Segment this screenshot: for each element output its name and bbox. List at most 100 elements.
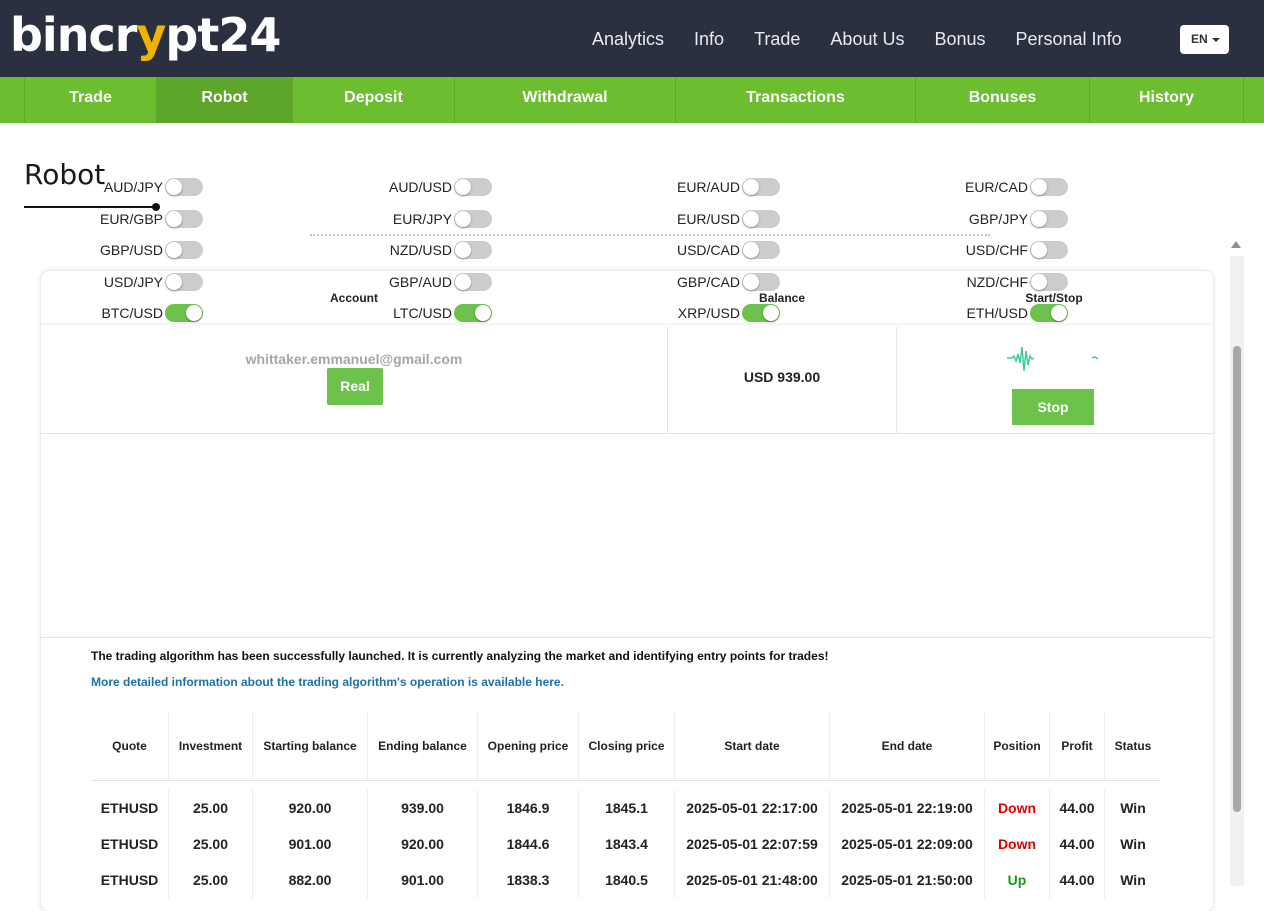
clipped-description-text: [310, 228, 990, 240]
table-cell: 25.00: [168, 826, 252, 862]
nav-analytics[interactable]: Analytics: [592, 26, 664, 52]
main-nav: Analytics Info Trade About Us Bonus Pers…: [592, 26, 1152, 52]
column-header[interactable]: Position: [984, 712, 1049, 780]
table-cell: 1846.9: [477, 790, 578, 826]
table-cell: Down: [984, 790, 1049, 826]
column-header[interactable]: Ending balance: [367, 712, 477, 780]
column-header[interactable]: Status: [1104, 712, 1161, 780]
pair-switch[interactable]: [1030, 304, 1068, 322]
table-cell: Up: [984, 862, 1049, 898]
pair-toggle-aud-usd: AUD/USD: [372, 177, 492, 197]
switch-knob: [186, 305, 202, 321]
pair-switch[interactable]: [742, 273, 780, 291]
switch-knob: [1031, 242, 1047, 258]
pair-label: ETH/USD: [966, 305, 1028, 321]
pair-label: AUD/USD: [388, 179, 452, 195]
table-cell: ETHUSD: [100, 872, 159, 888]
tab-history[interactable]: History: [1089, 77, 1244, 123]
pair-switch[interactable]: [165, 304, 203, 322]
pair-switch[interactable]: [742, 241, 780, 259]
nav-bonus[interactable]: Bonus: [934, 26, 985, 52]
real-account-button[interactable]: Real: [327, 368, 383, 405]
pair-label: GBP/JPY: [968, 211, 1028, 227]
pair-label: GBP/CAD: [676, 274, 740, 290]
pair-toggle-eur-cad: EUR/CAD: [948, 177, 1068, 197]
pair-switch[interactable]: [165, 241, 203, 259]
pair-label: XRP/USD: [677, 305, 740, 321]
pair-switch[interactable]: [454, 304, 492, 322]
switch-knob: [1031, 179, 1047, 195]
switch-knob: [475, 305, 491, 321]
pair-toggle-gbp-jpy: GBP/JPY: [948, 209, 1068, 229]
table-cell: 920.00: [252, 790, 367, 826]
pair-label: LTC/USD: [393, 305, 452, 321]
column-header[interactable]: Opening price: [477, 712, 578, 780]
pair-switch[interactable]: [454, 178, 492, 196]
pair-toggle-eur-jpy: EUR/JPY: [372, 209, 492, 229]
pair-switch[interactable]: [165, 178, 203, 196]
table-row: ETHUSD 25.00 920.00 939.00 1846.9 1845.1 2025-…: [91, 790, 1161, 826]
column-header[interactable]: End date: [829, 712, 984, 780]
robot-card: Account Balance Start/Stop whittaker.emm…: [41, 178, 1213, 911]
pair-toggle-gbp-usd: GBP/USD: [83, 240, 203, 260]
pair-switch[interactable]: [1030, 241, 1068, 259]
header-separator: [41, 323, 1213, 327]
pair-label: NZD/CHF: [966, 274, 1028, 290]
switch-knob: [743, 242, 759, 258]
column-header[interactable]: Profit: [1049, 712, 1104, 780]
pair-switch[interactable]: [742, 210, 780, 228]
table-cell: 25.00: [168, 790, 252, 826]
pair-switch[interactable]: [165, 273, 203, 291]
pair-switch[interactable]: [165, 210, 203, 228]
pair-switch[interactable]: [742, 304, 780, 322]
tab-withdrawal[interactable]: Withdrawal: [454, 77, 675, 123]
pair-toggle-gbp-cad: GBP/CAD: [660, 272, 780, 292]
scroll-up-arrow-icon[interactable]: [1231, 241, 1241, 248]
table-cell: 44.00: [1049, 790, 1104, 826]
language-dropdown[interactable]: EN: [1180, 25, 1229, 54]
scrollbar-thumb[interactable]: [1233, 346, 1241, 812]
pair-switch[interactable]: [454, 241, 492, 259]
tab-deposit[interactable]: Deposit: [292, 77, 454, 123]
pair-switch[interactable]: [1030, 210, 1068, 228]
table-cell: 2025-05-01 22:17:00: [674, 790, 829, 826]
pair-switch[interactable]: [1030, 178, 1068, 196]
column-header[interactable]: Closing price: [578, 712, 674, 780]
account-tabbar: Trade Robot Deposit Withdrawal Transacti…: [0, 77, 1264, 123]
pair-switch[interactable]: [454, 273, 492, 291]
tab-transactions[interactable]: Transactions: [675, 77, 915, 123]
table-cell: Down: [984, 826, 1049, 862]
pair-toggle-eth-usd: ETH/USD: [948, 303, 1068, 323]
column-header[interactable]: Investment: [168, 712, 252, 780]
table-cell: ETHUSD: [100, 800, 159, 816]
nav-info[interactable]: Info: [694, 26, 724, 52]
table-cell: 920.00: [367, 826, 477, 862]
pair-switch[interactable]: [454, 210, 492, 228]
switch-knob: [166, 274, 182, 290]
table-cell: Win: [1104, 826, 1161, 862]
pair-toggle-btc-usd: BTC/USD: [83, 303, 203, 323]
pair-switch[interactable]: [742, 178, 780, 196]
algorithm-info-link[interactable]: More detailed information about the trad…: [91, 675, 564, 689]
column-header[interactable]: Starting balance: [252, 712, 367, 780]
column-header[interactable]: Start date: [674, 712, 829, 780]
pair-switch[interactable]: [1030, 273, 1068, 291]
tab-trade[interactable]: Trade: [24, 77, 156, 123]
pair-toggle-usd-chf: USD/CHF: [948, 240, 1068, 260]
balance-value: USD 939.00: [743, 369, 821, 385]
stop-button[interactable]: Stop: [1012, 389, 1094, 425]
table-cell: 2025-05-01 22:09:00: [829, 826, 984, 862]
brand-logo[interactable]: bincrypt24: [10, 8, 281, 62]
table-cell: 882.00: [252, 862, 367, 898]
column-header[interactable]: Quote: [91, 712, 168, 780]
nav-about-us[interactable]: About Us: [830, 26, 904, 52]
tab-bonuses[interactable]: Bonuses: [915, 77, 1089, 123]
account-email: whittaker.emmanuel@gmail.com: [245, 351, 463, 367]
table-row: ETHUSD 25.00 882.00 901.00 1838.3 1840.5 2025-…: [91, 862, 1161, 898]
pair-toggle-xrp-usd: XRP/USD: [660, 303, 780, 323]
pair-toggle-nzd-usd: NZD/USD: [372, 240, 492, 260]
nav-trade[interactable]: Trade: [754, 26, 800, 52]
tab-robot[interactable]: Robot: [156, 77, 292, 123]
nav-personal-info[interactable]: Personal Info: [1016, 26, 1122, 52]
pair-label: BTC/USD: [101, 305, 163, 321]
